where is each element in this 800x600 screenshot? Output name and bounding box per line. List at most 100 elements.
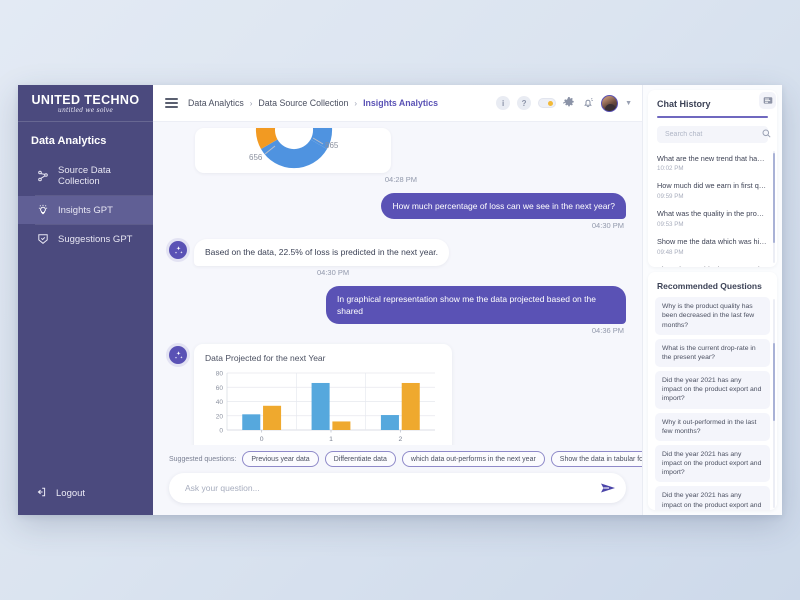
donut-label-right: 865	[325, 141, 339, 150]
suggested-chip-previous-year-data[interactable]: Previous year data	[242, 451, 319, 467]
send-arrow-icon[interactable]	[594, 482, 616, 494]
chat-history-item[interactable]: Show the graphical representation of th.…	[648, 260, 777, 266]
message-timestamp: 04:28 PM	[384, 175, 417, 184]
sparkle-ai-icon	[169, 346, 187, 365]
svg-text:0: 0	[260, 436, 264, 443]
recommended-question-item[interactable]: Why is the product quality has been decr…	[655, 297, 770, 335]
chat-history-question: What was the quality in the production .…	[657, 209, 768, 219]
message-row-bot-chart: Data Projected for the next Year 0 20 40 60…	[169, 344, 626, 445]
sidebar-item-label: Suggestions GPT	[58, 233, 133, 245]
gear-icon[interactable]	[563, 97, 575, 109]
scrollbar-thumb[interactable]	[773, 343, 775, 422]
suggested-questions-label: Suggested questions:	[169, 455, 237, 463]
logo-tagline: untitled we solve	[57, 107, 114, 115]
donut-chart-card: 656 865	[195, 128, 391, 173]
chat-history-item[interactable]: Show me the data which was highest... 09…	[648, 232, 777, 260]
lightbulb-icon	[37, 204, 49, 216]
chat-history-list[interactable]: What are the new trend that has been... …	[648, 147, 777, 267]
chat-history-time: 09:59 PM	[657, 193, 684, 201]
recommended-questions-list[interactable]: Why is the product quality has been decr…	[648, 297, 777, 510]
recommended-questions-title: Recommended Questions	[657, 281, 762, 292]
donut-label-left: 656	[249, 153, 263, 162]
app-logo: UNITED TECHNO untitled we solve	[18, 85, 153, 122]
message-composer	[169, 473, 626, 503]
sidebar-section-title: Data Analytics	[31, 135, 107, 147]
search-icon[interactable]	[762, 125, 771, 143]
svg-text:1: 1	[329, 436, 333, 443]
svg-text:20: 20	[216, 414, 224, 421]
user-avatar[interactable]	[601, 94, 619, 112]
svg-text:2: 2	[398, 436, 402, 443]
chat-history-time: 10:02 PM	[657, 165, 684, 173]
message-timestamp: 04:30 PM	[317, 267, 350, 277]
composer-wrapper	[153, 473, 642, 515]
svg-text:60: 60	[216, 385, 224, 392]
app-window: UNITED TECHNO untitled we solve Data Ana…	[18, 85, 782, 515]
chat-history-underline	[657, 116, 768, 118]
breadcrumb-item-insights-analytics[interactable]: Insights Analytics	[363, 98, 438, 108]
chart-title: Data Projected for the next Year	[205, 353, 326, 364]
badge-check-icon	[37, 233, 49, 245]
suggested-chip-differentiate-data[interactable]: Differentiate data	[324, 451, 396, 467]
logout-icon	[35, 486, 47, 501]
suggested-chip-out-performs[interactable]: which data out-performs in the next year	[401, 451, 545, 467]
help-icon[interactable]: ?	[517, 96, 532, 110]
sidebar-item-insights-gpt[interactable]: Insights GPT	[18, 196, 153, 224]
chat-history-item[interactable]: How much did we earn in first quarter o.…	[648, 176, 777, 204]
logo-title: UNITED TECHNO	[31, 92, 140, 107]
message-timestamp: 04:30 PM	[591, 221, 624, 231]
message-row-bot: Based on the data, 22.5% of loss is pred…	[169, 239, 626, 266]
recommended-question-item[interactable]: Did the year 2021 has any impact on the …	[655, 371, 770, 409]
chat-panel-icon[interactable]	[759, 92, 776, 109]
recommended-question-item[interactable]: Did the year 2021 has any impact on the …	[655, 444, 770, 483]
svg-text:0: 0	[219, 428, 223, 435]
chat-history-title: Chat History	[657, 99, 711, 109]
top-bar-actions: i ? ▼	[496, 94, 632, 112]
bar-chart-card: Data Projected for the next Year 0 20 40 60…	[194, 344, 452, 445]
chat-history-question: How much did we earn in first quarter o.	[657, 181, 768, 191]
question-input[interactable]	[183, 482, 594, 494]
sidebar-nav: Source Data Collection Insights GPT Sugg…	[18, 157, 153, 253]
notification-bell-icon[interactable]	[582, 97, 594, 109]
chat-history-question: Show me the data which was highest...	[657, 237, 768, 247]
chat-history-item[interactable]: What was the quality in the production .…	[648, 204, 777, 232]
svg-text:40: 40	[216, 399, 224, 406]
breadcrumb-item-data-source-collection[interactable]: Data Source Collection	[258, 98, 348, 108]
user-message-bubble: How much percentage of loss can we see i…	[381, 193, 626, 220]
breadcrumb: Data Analytics › Data Source Collection …	[188, 98, 438, 108]
chevron-down-icon[interactable]: ▼	[625, 100, 632, 107]
hamburger-menu-icon[interactable]	[165, 98, 178, 108]
sidebar-item-source-data-collection[interactable]: Source Data Collection	[18, 157, 153, 195]
recommended-question-item[interactable]: What is the current drop-rate in the pre…	[655, 338, 770, 368]
chat-history-item[interactable]: What are the new trend that has been... …	[648, 149, 777, 177]
recommended-question-item[interactable]: Did the year 2021 has any impact on the …	[655, 486, 770, 510]
sidebar-item-suggestions-gpt[interactable]: Suggestions GPT	[18, 225, 153, 253]
svg-text:80: 80	[216, 371, 224, 378]
search-input[interactable]	[663, 129, 758, 139]
message-row-user: How much percentage of loss can we see i…	[169, 193, 626, 220]
info-icon[interactable]: i	[496, 96, 511, 110]
message-row-user: In graphical representation show me the …	[169, 285, 626, 325]
scrollbar-thumb[interactable]	[773, 152, 775, 243]
user-message-bubble: In graphical representation show me the …	[326, 285, 626, 325]
chat-history-time: 09:53 PM	[657, 221, 684, 229]
sidebar-item-label: Source Data Collection	[58, 165, 111, 187]
theme-toggle-switch[interactable]	[538, 98, 557, 108]
chat-history-time: 09:48 PM	[657, 249, 684, 257]
message-timestamp: 04:36 PM	[591, 326, 624, 336]
logout-button[interactable]: Logout	[18, 476, 153, 515]
chat-history-card: Chat History ▼ What are the new trend th…	[648, 90, 777, 268]
chat-scroll-area[interactable]: 656 865 04:28 PM How much percentage of …	[153, 122, 642, 445]
network-nodes-icon	[37, 170, 49, 182]
toggle-knob	[548, 100, 554, 106]
logout-label: Logout	[56, 488, 86, 499]
bot-message-bubble: Based on the data, 22.5% of loss is pred…	[194, 239, 449, 266]
right-panel: Chat History ▼ What are the new trend th…	[642, 85, 782, 515]
main-content: Data Analytics › Data Source Collection …	[153, 85, 667, 515]
recommended-question-item[interactable]: Why it out-performed in the last few mon…	[655, 412, 770, 441]
chat-history-question: What are the new trend that has been...	[657, 153, 768, 163]
breadcrumb-item-data-analytics[interactable]: Data Analytics	[188, 98, 244, 108]
donut-chart: 656 865	[235, 128, 353, 173]
chat-history-question: Show the graphical representation of th.…	[657, 265, 768, 266]
